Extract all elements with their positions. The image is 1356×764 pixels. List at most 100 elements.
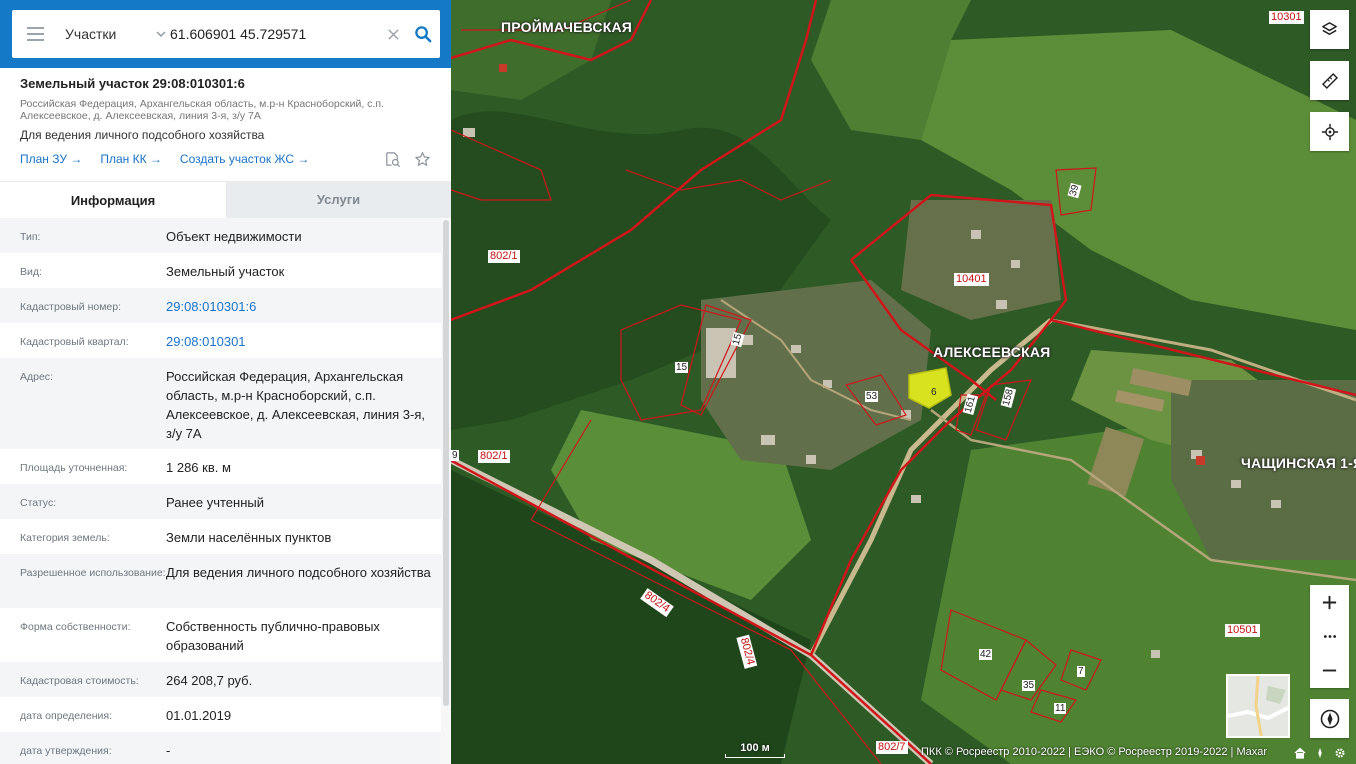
property-value: Ранее учтенный [166, 495, 264, 510]
property-key: Вид: [20, 266, 42, 278]
object-address-line2: Алексеевское, д. Алексеевская, линия 3-я… [20, 110, 261, 122]
layers-button[interactable] [1310, 10, 1349, 49]
zoom-in-button[interactable] [1310, 585, 1349, 619]
map-view[interactable]: ПРОЙМАЧЕВСКАЯ АЛЕКСЕЕВСКАЯ ЧАЩИНСКАЯ 1-Я… [451, 0, 1356, 764]
scale-bar: 100 м [725, 742, 785, 758]
quarter-label: 802/1 [478, 450, 510, 463]
search-icon[interactable] [406, 10, 440, 58]
property-key: дата определения: [20, 710, 113, 722]
star-icon[interactable] [413, 150, 431, 168]
parcel-label: 7 [1077, 666, 1085, 677]
locate-button[interactable] [1310, 112, 1349, 151]
app: Участки Земельный участок 29:08:010301:6… [0, 0, 1356, 764]
property-row: Кадастровый квартал: 29:08:010301 [0, 323, 441, 358]
property-key: Адрес: [20, 371, 53, 383]
tab-services[interactable]: Услуги [226, 181, 451, 218]
more-icon [1323, 634, 1336, 638]
cadastral-quarter-link[interactable]: 29:08:010301 [166, 323, 431, 358]
property-key: Кадастровый номер: [20, 301, 122, 313]
property-value: Российская Федерация, Архангельская обла… [166, 369, 426, 441]
layers-icon [1322, 22, 1337, 36]
home-icon[interactable] [1292, 745, 1308, 761]
property-key: Кадастровый квартал: [20, 336, 129, 348]
object-tools [383, 150, 431, 168]
search-input[interactable] [170, 10, 380, 58]
layer-select-label: Участки [65, 26, 117, 42]
object-links: План ЗУ → План КК → Создать участок ЖС → [20, 151, 431, 167]
search-bar: Участки [0, 0, 451, 68]
crosshair-icon [1321, 123, 1338, 140]
property-row: Кадастровая стоимость: 264 208,7 руб. [0, 662, 441, 697]
plan-kk-link[interactable]: План КК → [100, 152, 162, 166]
property-value: 264 208,7 руб. [166, 673, 253, 688]
property-row: дата определения: 01.01.2019 [0, 697, 441, 732]
ruler-icon [1321, 72, 1338, 89]
quarter-label: 10301 [1269, 11, 1304, 24]
property-row: Форма собственности: Собственность публич… [0, 608, 441, 662]
map-attribution: ПКК © Росреестр 2010-2022 | ЕЭКО © Росре… [921, 746, 1268, 758]
property-row: Адрес: Российская Федерация, Архангельска… [0, 358, 441, 449]
place-label: АЛЕКСЕЕВСКАЯ [933, 344, 1051, 360]
measure-button[interactable] [1310, 61, 1349, 100]
parcel-label: 11 [1054, 703, 1067, 714]
property-value: Собственность публично-правовых образова… [166, 619, 380, 653]
parcel-label: 15 [675, 362, 689, 373]
object-address-line1: Российская Федерация, Архангельская обла… [20, 98, 384, 110]
property-value: - [166, 743, 171, 758]
property-row: Кадастровый номер: 29:08:010301:6 [0, 288, 441, 323]
object-address: Российская Федерация, Архангельская обла… [20, 98, 431, 122]
property-value: Объект недвижимости [166, 229, 302, 244]
menu-icon[interactable] [12, 10, 58, 58]
object-card-header: Земельный участок 29:08:010301:6 Российс… [0, 68, 451, 167]
basemap-thumbnail [1228, 676, 1288, 736]
tabs: Информация Услуги [0, 181, 451, 218]
property-row: Площадь уточненная: 1 286 кв. м [0, 449, 441, 484]
scrollbar[interactable] [441, 218, 451, 764]
layer-select[interactable]: Участки [58, 10, 170, 58]
cadastral-number-link[interactable]: 29:08:010301:6 [166, 288, 431, 323]
property-key: Форма собственности: [20, 621, 131, 633]
property-key: Кадастровая стоимость: [20, 675, 139, 687]
properties-list: Тип: Объект недвижимости Вид: Земельный уч… [0, 218, 441, 764]
scale-label: 100 м [740, 742, 770, 754]
property-value: 01.01.2019 [166, 708, 232, 723]
property-row: Категория земель: Земли населённых пункто… [0, 519, 441, 554]
property-value: Земельный участок [166, 264, 285, 279]
parcel-label: 9 [451, 450, 459, 461]
place-label: ЧАЩИНСКАЯ 1-Я [1241, 455, 1356, 471]
scale-line [725, 754, 785, 758]
property-value: Для ведения личного подсобного хозяйства [166, 565, 431, 580]
quarter-label: 802/1 [488, 250, 520, 263]
minus-icon [1322, 669, 1337, 671]
plan-zu-link[interactable]: План ЗУ → [20, 152, 82, 166]
clear-icon[interactable] [380, 10, 406, 58]
scrollbar-thumb[interactable] [443, 220, 449, 706]
parcel-label: 35 [1022, 680, 1036, 691]
basemap-switcher[interactable] [1226, 674, 1290, 738]
property-key: Статус: [20, 497, 57, 509]
tab-information[interactable]: Информация [0, 181, 226, 218]
satellite-imagery [451, 0, 1356, 764]
more-button[interactable] [1310, 619, 1349, 653]
compass-icon [1320, 709, 1339, 728]
quarter-label: 10501 [1225, 624, 1260, 637]
create-parcel-link[interactable]: Создать участок ЖС → [180, 152, 309, 166]
location-icon[interactable] [1312, 745, 1328, 761]
property-key: дата утверждения: [20, 745, 112, 757]
parcel-label: 42 [979, 649, 993, 660]
search-document-icon[interactable] [383, 150, 401, 168]
compass-button[interactable] [1310, 699, 1349, 738]
object-title: Земельный участок 29:08:010301:6 [20, 76, 245, 91]
settings-icon[interactable] [1332, 745, 1348, 761]
parcel-label: 6 [931, 387, 937, 398]
property-row: Тип: Объект недвижимости [0, 218, 441, 253]
zoom-out-button[interactable] [1310, 653, 1349, 687]
property-value: Земли населённых пунктов [166, 530, 332, 545]
property-key: Тип: [20, 231, 41, 243]
property-value: 1 286 кв. м [166, 460, 231, 475]
property-row: Вид: Земельный участок [0, 253, 441, 288]
property-key: Категория земель: [20, 532, 110, 544]
chevron-down-icon [156, 31, 166, 38]
quarter-label: 10401 [954, 273, 989, 286]
property-row: Статус: Ранее учтенный [0, 484, 441, 519]
